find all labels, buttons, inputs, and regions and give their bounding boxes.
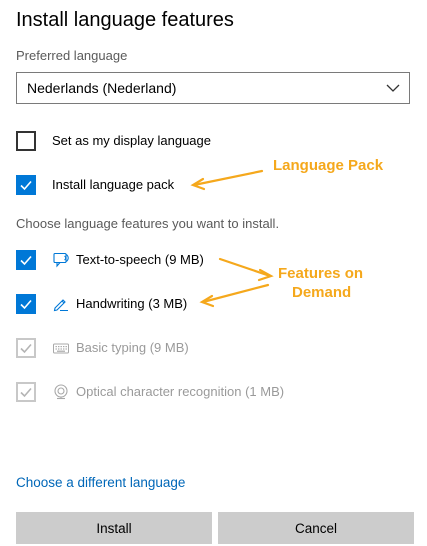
feature-handwriting[interactable]: Handwriting (3 MB) [16, 294, 196, 314]
ocr-icon [54, 384, 68, 400]
dialog-title: Install language features [16, 9, 234, 31]
checkmark-icon [20, 255, 32, 266]
text-to-speech-checkbox[interactable] [16, 250, 36, 270]
basic-typing-label: Basic typing (9 MB) [76, 340, 189, 355]
language-pack-label: Install language pack [52, 177, 175, 192]
checkmark-icon [20, 299, 32, 310]
annotation-features-line2: Demand [292, 284, 352, 301]
annotation-language-pack: Language Pack [273, 157, 384, 174]
pen-icon [53, 299, 68, 312]
language-pack-checkbox[interactable] [16, 175, 36, 195]
display-language-label: Set as my display language [52, 133, 211, 148]
install-button[interactable]: Install [16, 512, 212, 544]
preferred-language-value: Nederlands (Nederland) [27, 80, 177, 96]
install-language-features-dialog: Install language features Preferred lang… [0, 0, 427, 546]
ocr-checkbox [16, 382, 36, 402]
preferred-language-label: Preferred language [16, 48, 128, 63]
handwriting-checkbox[interactable] [16, 294, 36, 314]
checkmark-icon [20, 180, 32, 191]
text-to-speech-label: Text-to-speech (9 MB) [76, 252, 204, 267]
features-prompt: Choose language features you want to ins… [16, 216, 280, 231]
display-language-checkbox[interactable] [16, 131, 36, 151]
feature-basic-typing: Basic typing (9 MB) [16, 338, 216, 358]
preferred-language-dropdown[interactable]: Nederlands (Nederland) [16, 72, 410, 104]
handwriting-label: Handwriting (3 MB) [76, 296, 188, 311]
choose-different-language-link[interactable]: Choose a different language [16, 475, 185, 490]
feature-ocr: Optical character recognition (1 MB) [16, 382, 316, 402]
checkmark-icon [20, 387, 32, 398]
feature-text-to-speech[interactable]: Text-to-speech (9 MB) [16, 250, 216, 270]
ocr-label: Optical character recognition (1 MB) [76, 384, 285, 399]
language-pack-option[interactable]: Install language pack [16, 175, 196, 195]
cancel-button[interactable]: Cancel [218, 512, 414, 544]
keyboard-icon [53, 343, 69, 354]
checkmark-icon [20, 343, 32, 354]
annotation-features-line1: Features on [278, 265, 364, 282]
display-language-option[interactable]: Set as my display language [16, 131, 256, 151]
basic-typing-checkbox [16, 338, 36, 358]
speech-icon [53, 252, 69, 268]
chevron-down-icon [386, 84, 400, 92]
